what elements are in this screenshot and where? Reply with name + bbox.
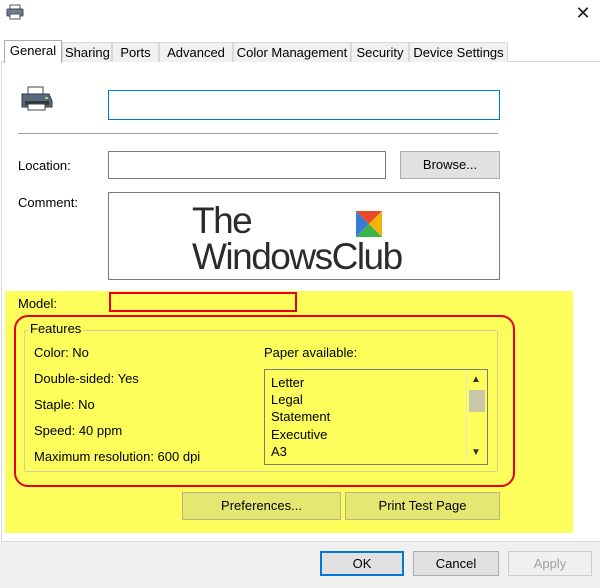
printer-icon — [6, 4, 24, 20]
tab-general[interactable]: General — [4, 40, 62, 63]
tab-color-management[interactable]: Color Management — [233, 42, 351, 62]
list-item[interactable]: Statement — [271, 409, 330, 424]
close-icon[interactable]: ✕ — [568, 0, 598, 28]
feature-double-sided: Double-sided: Yes — [34, 371, 139, 386]
tab-security[interactable]: Security — [351, 42, 409, 62]
printer-name-input[interactable] — [108, 90, 500, 120]
chevron-up-icon[interactable]: ▲ — [469, 373, 483, 387]
feature-max-resolution: Maximum resolution: 600 dpi — [34, 449, 201, 464]
feature-speed: Speed: 40 ppm — [34, 423, 123, 438]
list-item[interactable]: Legal — [271, 392, 303, 407]
cancel-button[interactable]: Cancel — [413, 551, 499, 576]
printer-icon — [21, 86, 53, 111]
print-test-page-button[interactable]: Print Test Page — [345, 492, 500, 520]
browse-button[interactable]: Browse... — [400, 151, 500, 179]
tab-device-settings[interactable]: Device Settings — [409, 42, 508, 62]
scroll-thumb[interactable] — [469, 390, 485, 412]
tab-sharing[interactable]: Sharing — [62, 42, 112, 62]
logo-line-windowsclub: WindowsClub — [192, 236, 403, 277]
tab-ports[interactable]: Ports — [112, 42, 159, 62]
paper-listbox[interactable]: Letter Legal Statement Executive A3 — [264, 369, 488, 465]
ok-button[interactable]: OK — [320, 551, 404, 576]
feature-color: Color: No — [34, 345, 89, 360]
tab-advanced[interactable]: Advanced — [159, 42, 233, 62]
feature-staple: Staple: No — [34, 397, 95, 412]
preferences-button[interactable]: Preferences... — [182, 492, 341, 520]
title-bar — [0, 0, 600, 30]
list-item[interactable]: Executive — [271, 427, 327, 442]
chevron-down-icon[interactable]: ▼ — [469, 446, 483, 460]
list-item[interactable]: A3 — [271, 444, 287, 459]
comment-label: Comment: — [18, 195, 78, 210]
features-legend: Features — [28, 321, 84, 336]
location-input[interactable] — [108, 151, 386, 179]
tab-strip: General Sharing Ports Advanced Color Man… — [0, 40, 600, 63]
list-item[interactable]: Letter — [271, 375, 304, 390]
model-value-annotation — [109, 292, 297, 312]
model-label: Model: — [18, 296, 58, 311]
paper-available-label: Paper available: — [264, 345, 358, 360]
location-label: Location: — [18, 158, 71, 173]
apply-button[interactable]: Apply — [508, 551, 592, 576]
divider — [18, 133, 498, 134]
windows-club-logo-icon — [356, 211, 382, 237]
